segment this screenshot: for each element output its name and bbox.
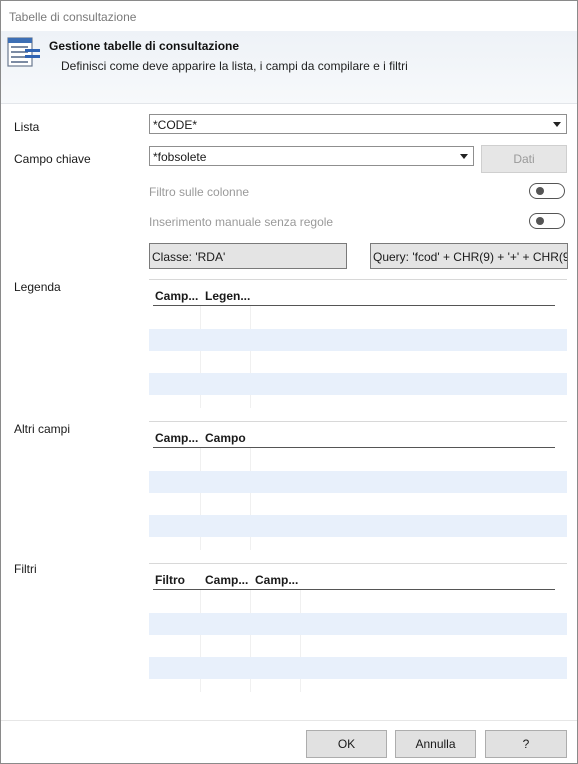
campo-chiave-value: *fobsolete [153,150,207,164]
toggle-knob [536,187,544,195]
filtri-col-header[interactable]: Camp... [205,573,248,587]
filtri-label: Filtri [14,562,37,576]
lista-label: Lista [14,120,40,134]
table-row[interactable] [149,657,567,679]
legenda-grid[interactable]: Camp... Legen... [149,279,567,408]
table-row[interactable] [149,515,567,537]
footer-divider [1,720,577,721]
filtro-colonne-label: Filtro sulle colonne [149,185,250,199]
inserimento-manuale-toggle[interactable] [529,213,565,229]
classe-box: Classe: 'RDA' [149,243,347,269]
table-row[interactable] [149,329,567,351]
legenda-col-header[interactable]: Legen... [205,289,250,303]
header-divider [153,447,555,448]
campo-chiave-dropdown[interactable]: *fobsolete [149,146,474,166]
table-row[interactable] [149,613,567,635]
title-bar: Tabelle di consultazione [1,1,577,31]
chevron-down-icon [553,122,561,127]
table-row[interactable] [149,373,567,395]
inserimento-manuale-label: Inserimento manuale senza regole [149,215,334,229]
chevron-down-icon [460,154,468,159]
altri-campi-col-header[interactable]: Campo [205,431,246,445]
filtri-col-header[interactable]: Filtro [155,573,185,587]
query-text: Query: 'fcod' + CHR(9) + '+' + CHR(9 [373,250,568,264]
lista-dropdown[interactable]: *CODE* [149,114,567,134]
filtro-colonne-toggle[interactable] [529,183,565,199]
header-subtitle: Definisci come deve apparire la lista, i… [61,59,408,73]
query-box: Query: 'fcod' + CHR(9) + '+' + CHR(9 [370,243,568,269]
window-title: Tabelle di consultazione [9,10,137,24]
table-row[interactable] [149,471,567,493]
table-list-icon [7,37,40,67]
campo-chiave-label: Campo chiave [14,152,91,166]
ok-button[interactable]: OK [306,730,387,758]
dialog-header: Gestione tabelle di consultazione Defini… [1,31,577,104]
dati-button[interactable]: Dati [481,145,567,173]
header-title: Gestione tabelle di consultazione [49,39,240,53]
altri-campi-label: Altri campi [14,422,71,436]
header-divider [153,305,555,306]
lista-value: *CODE* [153,118,198,132]
dialog-window: Tabelle di consultazione Gestione tabell… [0,0,578,764]
header-divider [153,589,555,590]
classe-text: Classe: 'RDA' [152,250,226,264]
toggle-knob [536,217,544,225]
filtri-col-header[interactable]: Camp... [255,573,298,587]
altri-campi-grid[interactable]: Camp... Campo [149,421,567,550]
legenda-label: Legenda [14,280,61,294]
help-button[interactable]: ? [485,730,567,758]
altri-campi-col-header[interactable]: Camp... [155,431,198,445]
filtri-grid[interactable]: Filtro Camp... Camp... [149,563,567,692]
annulla-button[interactable]: Annulla [395,730,476,758]
legenda-col-header[interactable]: Camp... [155,289,198,303]
